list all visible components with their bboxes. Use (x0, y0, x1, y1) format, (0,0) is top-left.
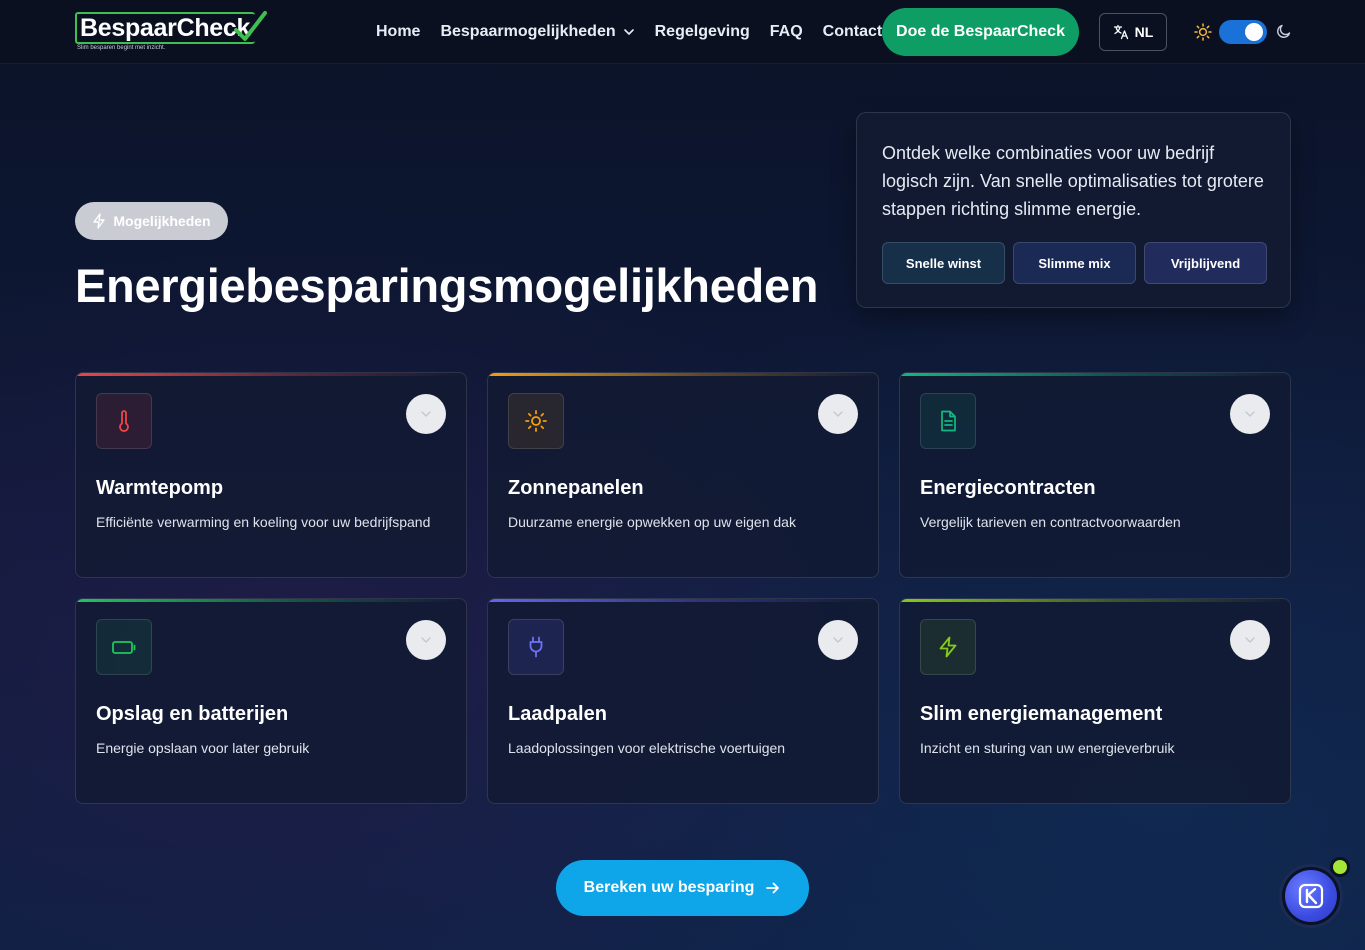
card-title: Warmtepomp (96, 477, 224, 499)
card-title: Opslag en batterijen (96, 703, 289, 725)
chip-slimme-mix[interactable]: Slimme mix (1013, 242, 1136, 284)
language-label: NL (1134, 24, 1154, 40)
card-accent-bar (900, 373, 1290, 376)
theme-toggle[interactable] (1219, 20, 1267, 44)
nav-links: Home Bespaarmogelijkheden Regelgeving FA… (376, 0, 902, 64)
nav-link-bespaarmogelijkheden[interactable]: Bespaarmogelijkheden (440, 23, 634, 41)
sun-icon (1194, 23, 1212, 41)
card-title: Slim energiemanagement (920, 703, 1163, 725)
nav-link-label: Contact (822, 23, 883, 40)
logo-check-icon (234, 11, 267, 41)
logo-tagline: Slim besparen begint met inzicht. (77, 45, 166, 51)
card-description: Efficiënte verwarming en koeling voor uw… (96, 514, 431, 530)
badge-label: Mogelijkheden (113, 213, 211, 229)
battery-icon (112, 641, 136, 654)
sun-icon (525, 410, 547, 432)
card-expand-button[interactable] (818, 394, 858, 434)
card-accent-bar (488, 373, 878, 376)
card-title: Laadpalen (508, 703, 607, 725)
chat-avatar (1285, 870, 1337, 922)
document-icon (941, 410, 956, 432)
brand-logo[interactable]: BespaarCheck Slim besparen begint met in… (75, 11, 267, 54)
option-card-laadpalen[interactable]: Laadpalen Laadoplossingen voor elektrisc… (487, 598, 879, 804)
info-card-text: Ontdek welke combinaties voor uw bedrijf… (882, 143, 1264, 219)
nav-link-label: Regelgeving (654, 23, 750, 40)
translate-icon (1113, 24, 1128, 40)
chevron-down-icon (833, 411, 843, 417)
chip-snelle-winst[interactable]: Snelle winst (882, 242, 1005, 284)
card-title: Zonnepanelen (508, 477, 644, 499)
chevron-down-icon (623, 29, 634, 35)
card-accent-bar (76, 599, 466, 602)
card-description: Duurzame energie opwekken op uw eigen da… (508, 514, 796, 530)
chevron-down-icon (833, 637, 843, 643)
card-icon-box (920, 619, 976, 675)
info-card: Ontdek welke combinaties voor uw bedrijf… (856, 112, 1291, 308)
info-chips: Snelle winst Slimme mix Vrijblijvend (882, 242, 1267, 284)
nav-link-label: Home (376, 23, 421, 40)
card-description: Energie opslaan voor later gebruik (96, 740, 310, 756)
chevron-down-icon (1245, 411, 1255, 417)
card-expand-button[interactable] (818, 620, 858, 660)
calculate-savings-button[interactable]: Bereken uw besparing (556, 860, 809, 916)
section-badge: Mogelijkheden (75, 202, 228, 240)
card-icon-box (508, 393, 564, 449)
bespaarcheck-cta-button[interactable]: Doe de BespaarCheck (882, 8, 1079, 56)
card-icon-box (920, 393, 976, 449)
card-description: Laadoplossingen voor elektrische voertui… (508, 740, 786, 756)
theme-toggle-knob (1245, 23, 1263, 41)
card-title: Energiecontracten (920, 477, 1096, 499)
logo-wordmark: BespaarCheck (80, 14, 251, 42)
card-icon-box (96, 619, 152, 675)
language-switch-button[interactable]: NL (1099, 13, 1167, 51)
plug-icon (529, 636, 543, 658)
nav-link-home[interactable]: Home (376, 23, 420, 41)
card-icon-box (96, 393, 152, 449)
card-accent-bar (76, 373, 466, 376)
page-title: Energiebesparingsmogelijkheden (75, 259, 819, 312)
nav-link-label: Bespaarmogelijkheden (440, 23, 616, 40)
online-status-dot (1330, 857, 1350, 877)
chevron-down-icon (421, 411, 431, 417)
card-expand-button[interactable] (1230, 620, 1270, 660)
nav-link-contact[interactable]: Contact (823, 23, 883, 41)
nav-link-faq[interactable]: FAQ (770, 23, 803, 41)
chip-vrijblijvend[interactable]: Vrijblijvend (1144, 242, 1267, 284)
card-expand-button[interactable] (406, 620, 446, 660)
lightning-icon (93, 213, 106, 229)
card-expand-button[interactable] (406, 394, 446, 434)
card-accent-bar (900, 599, 1290, 602)
card-accent-bar (488, 599, 878, 602)
moon-icon (1277, 24, 1291, 38)
nav-link-label: FAQ (769, 23, 803, 40)
thermometer-icon (119, 410, 129, 432)
chevron-down-icon (421, 637, 431, 643)
calculate-savings-label: Bereken uw besparing (583, 879, 755, 896)
card-description: Inzicht en sturing van uw energieverbrui… (920, 740, 1175, 756)
nav-link-regelgeving[interactable]: Regelgeving (655, 23, 750, 41)
assistant-logo-icon (1298, 883, 1324, 909)
option-card-warmtepomp[interactable]: Warmtepomp Efficiënte verwarming en koel… (75, 372, 467, 578)
option-card-opslag-batterijen[interactable]: Opslag en batterijen Energie opslaan voo… (75, 598, 467, 804)
option-card-energiecontracten[interactable]: Energiecontracten Vergelijk tarieven en … (899, 372, 1291, 578)
card-description: Vergelijk tarieven en contractvoorwaarde… (920, 514, 1181, 530)
arrow-right-icon (766, 882, 780, 894)
lightning-icon (939, 636, 957, 658)
card-icon-box (508, 619, 564, 675)
option-card-zonnepanelen[interactable]: Zonnepanelen Duurzame energie opwekken o… (487, 372, 879, 578)
card-expand-button[interactable] (1230, 394, 1270, 434)
option-card-slim-energiemanagement[interactable]: Slim energiemanagement Inzicht en sturin… (899, 598, 1291, 804)
top-navbar: BespaarCheck Slim besparen begint met in… (0, 0, 1365, 64)
chevron-down-icon (1245, 637, 1255, 643)
